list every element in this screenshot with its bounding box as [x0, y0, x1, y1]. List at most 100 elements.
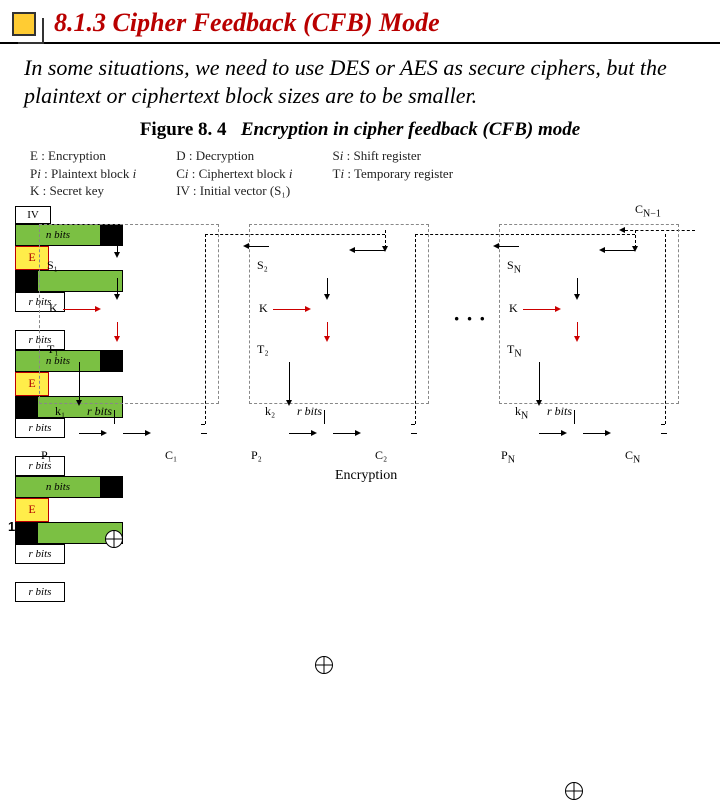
legend-col-1: E : EncryptionPi : Plaintext block iK : … — [30, 147, 136, 200]
iv-box: IV — [15, 206, 51, 224]
arrow-head — [95, 306, 101, 312]
stage-frame — [249, 224, 429, 404]
arrow-head — [114, 336, 120, 342]
arrow-line — [355, 250, 385, 251]
legend-line: D : Decryption — [176, 147, 292, 165]
encryption-caption: Encryption — [335, 468, 397, 484]
dash-line — [411, 433, 417, 434]
t-label: TN — [507, 342, 522, 359]
reg-head — [16, 397, 38, 417]
legend-col-3: Si : Shift registerTi : Temporary regist… — [333, 147, 454, 200]
arrow-head — [632, 246, 638, 252]
figure-caption: Figure 8. 4 Encryption in cipher feedbac… — [0, 119, 720, 141]
slide-bullet-icon — [12, 12, 36, 36]
arrow-head — [349, 247, 355, 253]
arrow-line — [324, 410, 325, 424]
arrow-head — [355, 430, 361, 436]
s-label: SN — [507, 258, 521, 275]
legend-line: Ci : Ciphertext block i — [176, 165, 292, 183]
legend-line: K : Secret key — [30, 182, 136, 200]
figure-label: Figure 8. 4 — [140, 119, 227, 140]
legend: E : EncryptionPi : Plaintext block iK : … — [0, 147, 720, 200]
xor-node — [315, 656, 333, 674]
arrow-head — [574, 336, 580, 342]
xor-node — [105, 530, 123, 548]
dash-line — [201, 433, 207, 434]
shift-register: n bits — [15, 476, 123, 498]
arrow-line — [273, 309, 307, 310]
ciphertext-box: r bits — [15, 582, 65, 602]
ellipsis: · · · — [453, 306, 486, 332]
legend-line: Si : Shift register — [333, 147, 454, 165]
k-label: K — [509, 301, 518, 316]
arrow-head — [76, 400, 82, 406]
legend-line: IV : Initial vector (S₁) — [176, 182, 292, 200]
dash-line — [661, 424, 665, 425]
plaintext-box: r bits — [15, 544, 65, 564]
k-i-label: k₂ — [265, 404, 275, 419]
rbits-label-small: r bits — [87, 404, 112, 419]
c-label: C₂ — [375, 448, 387, 463]
arrow-line — [333, 433, 357, 434]
arrow-line — [605, 250, 635, 251]
cfb-diagram: CN−1IVS₁n bitsKET₁k₁r bitsr bitsP₁r bits… — [15, 206, 705, 496]
arrow-line — [79, 433, 103, 434]
body-paragraph: In some situations, we need to use DES o… — [0, 44, 720, 115]
reg-head — [16, 271, 38, 291]
dash-line — [205, 234, 206, 424]
rbits-label-small: r bits — [297, 404, 322, 419]
k-i-label: k₁ — [55, 404, 65, 419]
slide-title: 8.1.3 Cipher Feedback (CFB) Mode — [54, 8, 440, 38]
t-label: T₁ — [47, 342, 59, 357]
arrow-line — [289, 433, 313, 434]
arrow-head — [493, 243, 499, 249]
k-label: K — [49, 301, 58, 316]
arrow-head — [324, 294, 330, 300]
arrow-head — [145, 430, 151, 436]
arrow-head — [382, 246, 388, 252]
dash-line — [411, 424, 415, 425]
arrow-line — [289, 362, 290, 402]
stage-frame — [39, 224, 219, 404]
arrow-head — [286, 400, 292, 406]
arrow-line — [249, 246, 269, 247]
page-number: 15 — [8, 519, 22, 534]
arrow-line — [583, 433, 607, 434]
nbits-label: n bits — [16, 477, 100, 497]
legend-line: Ti : Temporary register — [333, 165, 454, 183]
arrow-line — [79, 362, 80, 402]
arrow-line — [499, 246, 519, 247]
legend-col-2: D : DecryptionCi : Ciphertext block iIV … — [176, 147, 292, 200]
arrow-line — [574, 410, 575, 424]
plaintext-box: r bits — [15, 418, 65, 438]
arrow-head — [324, 336, 330, 342]
rbits-label-small: r bits — [547, 404, 572, 419]
arrow-line — [63, 309, 97, 310]
xor-node — [565, 782, 583, 800]
arrow-head — [599, 247, 605, 253]
s-label: S₁ — [47, 258, 58, 273]
k-label: K — [259, 301, 268, 316]
arrow-head — [555, 306, 561, 312]
reg-tail — [100, 477, 122, 497]
arrow-head — [101, 430, 107, 436]
dash-line — [201, 424, 205, 425]
ciphertext-box: r bits — [15, 456, 65, 476]
dash-line — [665, 234, 666, 424]
arrow-line — [123, 433, 147, 434]
arrow-head — [536, 400, 542, 406]
p-label: P₁ — [41, 448, 52, 463]
feedback-label: CN−1 — [635, 202, 661, 219]
legend-line: E : Encryption — [30, 147, 136, 165]
arrow-head — [561, 430, 567, 436]
arrow-head — [311, 430, 317, 436]
arrow-line — [523, 309, 557, 310]
k-i-label: kN — [515, 404, 528, 421]
figure-title: Encryption in cipher feedback (CFB) mode — [241, 119, 580, 140]
p-label: P₂ — [251, 448, 262, 463]
arrow-head — [114, 252, 120, 258]
arrow-line — [539, 433, 563, 434]
legend-line: Pi : Plaintext block i — [30, 165, 136, 183]
c-label: CN — [625, 448, 640, 465]
c-label: C₁ — [165, 448, 177, 463]
